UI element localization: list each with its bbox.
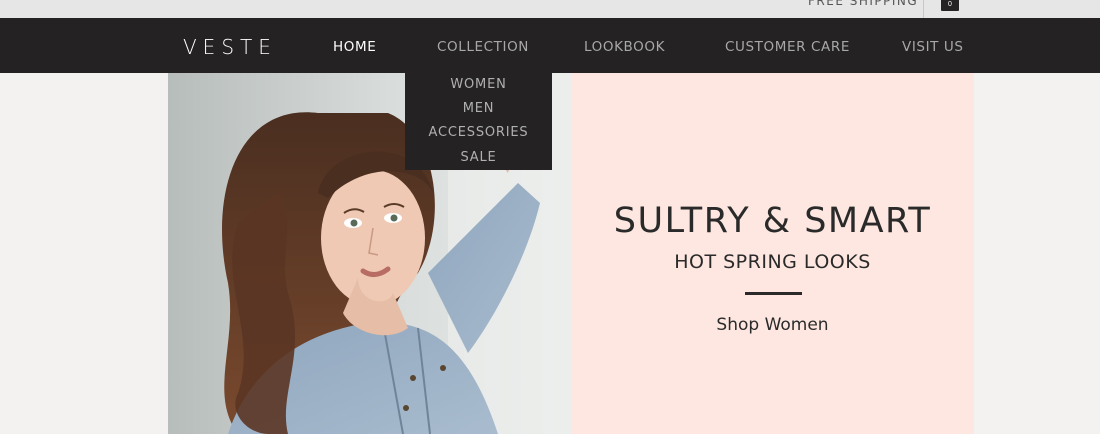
top-bar: FREE SHIPPING 0: [0, 0, 1100, 18]
dropdown-item-men[interactable]: MEN: [405, 101, 552, 116]
main-navigation: VESTE HOME COLLECTION LOOKBOOK CUSTOMER …: [0, 18, 1100, 73]
nav-visit-us[interactable]: VISIT US: [902, 39, 964, 55]
hero-subtitle: HOT SPRING LOOKS: [674, 251, 871, 273]
shopping-bag-icon[interactable]: 0: [941, 0, 959, 11]
dropdown-item-women[interactable]: WOMEN: [405, 77, 552, 92]
nav-customer-care[interactable]: CUSTOMER CARE: [725, 39, 850, 55]
hero-title: SULTRY & SMART: [613, 201, 932, 241]
shop-women-link[interactable]: Shop Women: [571, 315, 974, 335]
topbar-divider: [923, 0, 924, 18]
hero-divider: [745, 292, 802, 295]
nav-home[interactable]: HOME: [333, 39, 376, 55]
collection-dropdown-menu: WOMEN MEN ACCESSORIES SALE: [405, 73, 552, 170]
nav-lookbook[interactable]: LOOKBOOK: [584, 39, 665, 55]
cart-count-badge: 0: [948, 1, 952, 8]
hero-promo-panel: SULTRY & SMART HOT SPRING LOOKS Shop Wom…: [571, 73, 974, 434]
dropdown-item-sale[interactable]: SALE: [405, 150, 552, 165]
site-logo[interactable]: VESTE: [183, 35, 277, 59]
dropdown-item-accessories[interactable]: ACCESSORIES: [405, 125, 552, 140]
free-shipping-link[interactable]: FREE SHIPPING: [808, 0, 918, 8]
nav-collection[interactable]: COLLECTION: [437, 39, 529, 55]
